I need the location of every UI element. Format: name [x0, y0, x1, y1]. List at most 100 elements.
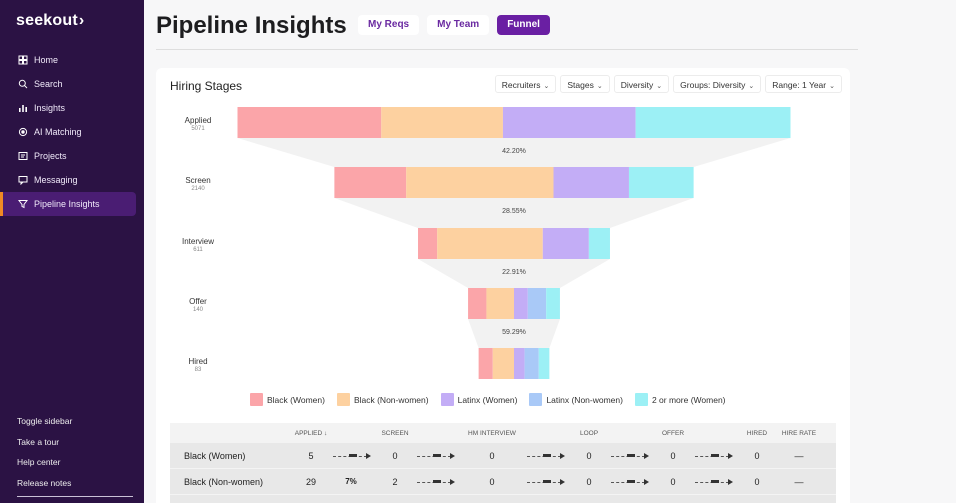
conversion-arrow: [522, 452, 572, 459]
header-divider: [156, 49, 858, 50]
sidebar-nav: Home Search Insights AI Matching Projects Mes…: [0, 48, 144, 216]
legend-label: Latinx (Women): [457, 394, 518, 405]
legend-item-latinx-women[interactable]: Latinx (Women): [440, 393, 518, 406]
table-row-partial[interactable]: [170, 495, 836, 503]
release-notes-link[interactable]: Release notes: [17, 477, 72, 498]
sidebar-item-ai-matching[interactable]: AI Matching: [0, 120, 144, 144]
funnel-legend: Black (Women) Black (Non-women) Latinx (Wo…: [250, 393, 726, 406]
sidebar-item-messaging[interactable]: Messaging: [0, 168, 144, 192]
tab-my-reqs[interactable]: My Reqs: [358, 15, 420, 35]
sidebar-item-pipeline-insights[interactable]: Pipeline Insights: [0, 192, 136, 216]
column-header[interactable]: HIRED: [740, 430, 774, 437]
funnel-segment-interview-black-women[interactable]: [418, 228, 438, 259]
funnel-segment-screen-two-or-more-women[interactable]: [628, 167, 694, 198]
take-a-tour-link[interactable]: Take a tour: [17, 436, 72, 457]
legend-swatch: [440, 393, 454, 406]
sidebar-item-projects[interactable]: Projects: [0, 144, 144, 168]
funnel-segment-hired-latinx-women[interactable]: [514, 348, 525, 379]
funnel-segment-hired-two-or-more-women[interactable]: [538, 348, 550, 379]
column-header[interactable]: APPLIED ↓: [294, 430, 328, 437]
funnel-segment-applied-black-non-women[interactable]: [381, 107, 503, 138]
cell-screen: 0: [392, 450, 398, 461]
legend-label: Black (Women): [267, 394, 325, 405]
cell-hired: 0: [754, 450, 760, 461]
legend-label: Latinx (Non-women): [546, 394, 623, 405]
column-header[interactable]: HM INTERVIEW: [462, 430, 522, 437]
column-header[interactable]: LOOP: [572, 430, 606, 437]
sidebar-item-label: AI Matching: [34, 127, 82, 137]
sidebar-item-home[interactable]: Home: [0, 48, 144, 72]
legend-label: 2 or more (Women): [651, 394, 726, 405]
view-tabs: My Reqs My Team Funnel: [358, 15, 550, 35]
funnel-segment-screen-latinx-women[interactable]: [553, 167, 629, 198]
stage-count-interview: 611: [193, 247, 203, 253]
cell-applied: 29: [305, 476, 316, 487]
legend-swatch: [250, 393, 263, 406]
stage-count-hired: 83: [194, 367, 202, 373]
conversion-arrow: [606, 452, 656, 459]
legend-item-black-women[interactable]: Black (Women): [250, 393, 325, 406]
table-row[interactable]: Black (Non-women) 29 7% 2 0 0 0 0 —: [170, 469, 836, 495]
tab-funnel[interactable]: Funnel: [497, 15, 550, 35]
sidebar-item-label: Search: [34, 79, 63, 89]
legend-item-black-non-women[interactable]: Black (Non-women): [336, 393, 429, 406]
sidebar-item-search[interactable]: Search: [0, 72, 144, 96]
funnel-segment-hired-black-women[interactable]: [478, 348, 493, 379]
funnel-segment-applied-black-women[interactable]: [237, 107, 382, 138]
column-header[interactable]: SCREEN: [378, 430, 412, 437]
insights-icon: [18, 103, 28, 113]
toggle-sidebar-link[interactable]: Toggle sidebar: [17, 415, 72, 436]
legend-swatch: [336, 393, 350, 406]
cell-loop: 0: [586, 476, 592, 487]
funnel-segment-offer-latinx-women[interactable]: [514, 288, 528, 319]
legend-swatch: [634, 393, 648, 406]
column-header[interactable]: OFFER: [656, 430, 690, 437]
sidebar-divider: [17, 496, 133, 497]
cell-loop: 0: [586, 450, 592, 461]
funnel-segment-applied-two-or-more-women[interactable]: [635, 107, 791, 138]
tab-my-team[interactable]: My Team: [427, 15, 490, 35]
legend-item-2-or-more-women[interactable]: 2 or more (Women): [634, 393, 726, 406]
funnel-segment-hired-latinx-non-women[interactable]: [524, 348, 539, 379]
legend-item-latinx-non-women[interactable]: Latinx (Non-women): [529, 393, 623, 406]
stage-label-applied: Applied: [184, 116, 212, 125]
funnel-segment-offer-black-women[interactable]: [468, 288, 487, 319]
funnel-segment-screen-black-women[interactable]: [334, 167, 407, 198]
cell-screen: 2: [392, 476, 398, 487]
column-header[interactable]: HIRE RATE: [774, 430, 824, 437]
funnel-segment-offer-latinx-non-women[interactable]: [527, 288, 547, 319]
table-row[interactable]: Black (Women) 5 0 0 0 0 0 —: [170, 443, 836, 469]
funnel-icon: [18, 199, 28, 209]
sidebar-item-label: Insights: [34, 103, 66, 113]
arrow-right-icon: [333, 452, 373, 459]
funnel-segment-interview-latinx-women[interactable]: [542, 228, 589, 259]
cell-hired: 0: [754, 476, 760, 487]
funnel-segment-applied-latinx-women[interactable]: [502, 107, 636, 138]
arrow-right-icon: [417, 478, 457, 485]
stage-count-applied: 5071: [191, 126, 205, 132]
arrow-right-icon: [527, 452, 567, 459]
cell-hm: 0: [489, 476, 495, 487]
help-center-link[interactable]: Help center: [17, 456, 72, 477]
cell-hm: 0: [489, 450, 495, 461]
conversion-arrow: [412, 478, 462, 485]
funnel-chart: [237, 107, 791, 379]
funnel-segment-screen-black-non-women[interactable]: [406, 167, 554, 198]
sidebar-item-insights[interactable]: Insights: [0, 96, 144, 120]
sidebar-item-label: Pipeline Insights: [34, 199, 100, 209]
sidebar-bottom-links: Toggle sidebar Take a tour Help center Rele…: [17, 415, 72, 497]
seekout-logo[interactable]: seekout›: [16, 12, 84, 30]
stage-table: APPLIED ↓ SCREEN HM INTERVIEW LOOP OFFER HIRE…: [170, 423, 836, 503]
stage-count-offer: 140: [192, 307, 203, 313]
funnel-segment-offer-black-non-women[interactable]: [486, 288, 514, 319]
row-group-name: Black (Women): [184, 450, 246, 461]
page-title: Pipeline Insights: [156, 12, 347, 39]
funnel-segment-hired-black-non-women[interactable]: [492, 348, 514, 379]
funnel-segment-interview-black-non-women[interactable]: [437, 228, 543, 259]
cell-rate: —: [794, 450, 804, 461]
funnel-segment-offer-two-or-more-women[interactable]: [546, 288, 560, 319]
stage-count-screen: 2140: [191, 186, 205, 192]
funnel-segment-interview-two-or-more-women[interactable]: [588, 228, 610, 259]
ai-matching-icon: [18, 127, 28, 137]
arrow-right-icon: [527, 478, 567, 485]
